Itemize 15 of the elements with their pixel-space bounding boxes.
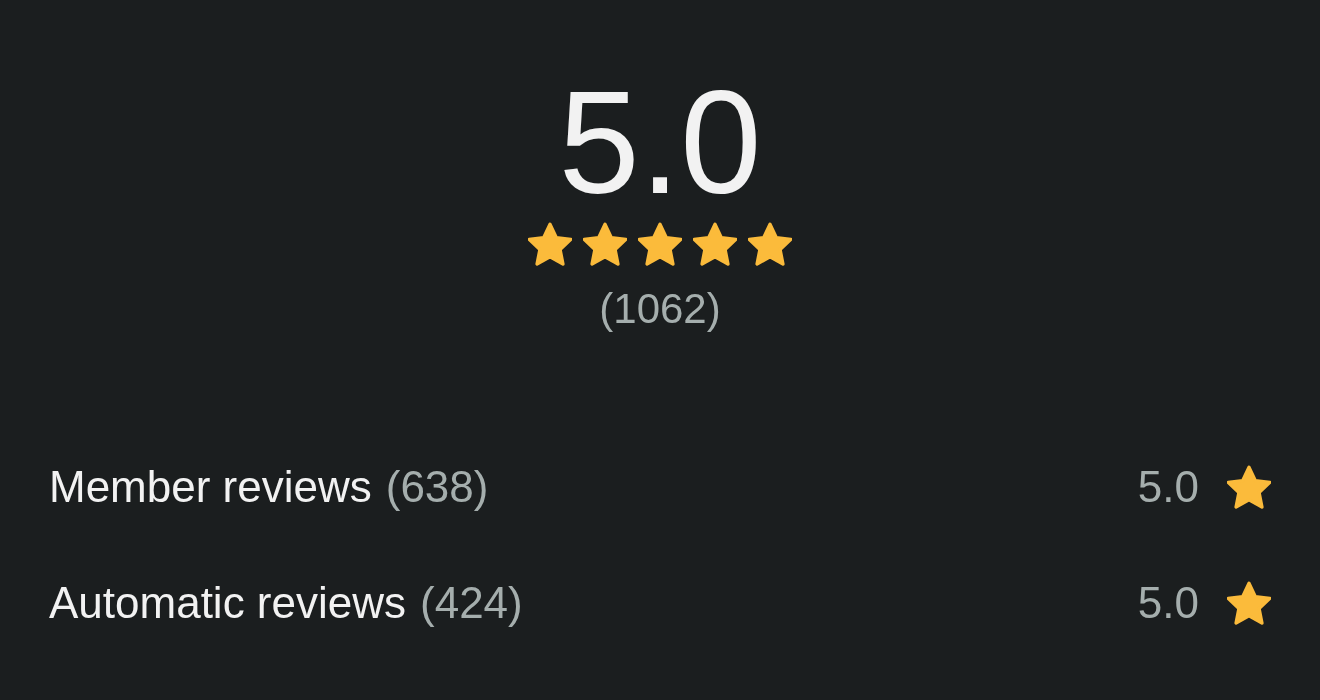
category-score: 5.0 xyxy=(1137,578,1199,628)
review-category: Automatic reviews xyxy=(49,578,406,628)
star-icon xyxy=(693,222,737,266)
star-icon xyxy=(638,222,682,266)
category-count: (424) xyxy=(420,578,523,628)
category-count: (638) xyxy=(385,462,489,512)
review-count: (1062) xyxy=(599,284,721,334)
star-icon xyxy=(583,222,627,266)
average-rating: 5.0 xyxy=(558,68,762,218)
star-icon xyxy=(1227,581,1271,625)
category-score: 5.0 xyxy=(1137,462,1199,512)
star-icon xyxy=(528,222,572,266)
star-icon xyxy=(748,222,792,266)
star-icon xyxy=(1227,465,1271,509)
review-category: Member reviews xyxy=(49,462,372,512)
